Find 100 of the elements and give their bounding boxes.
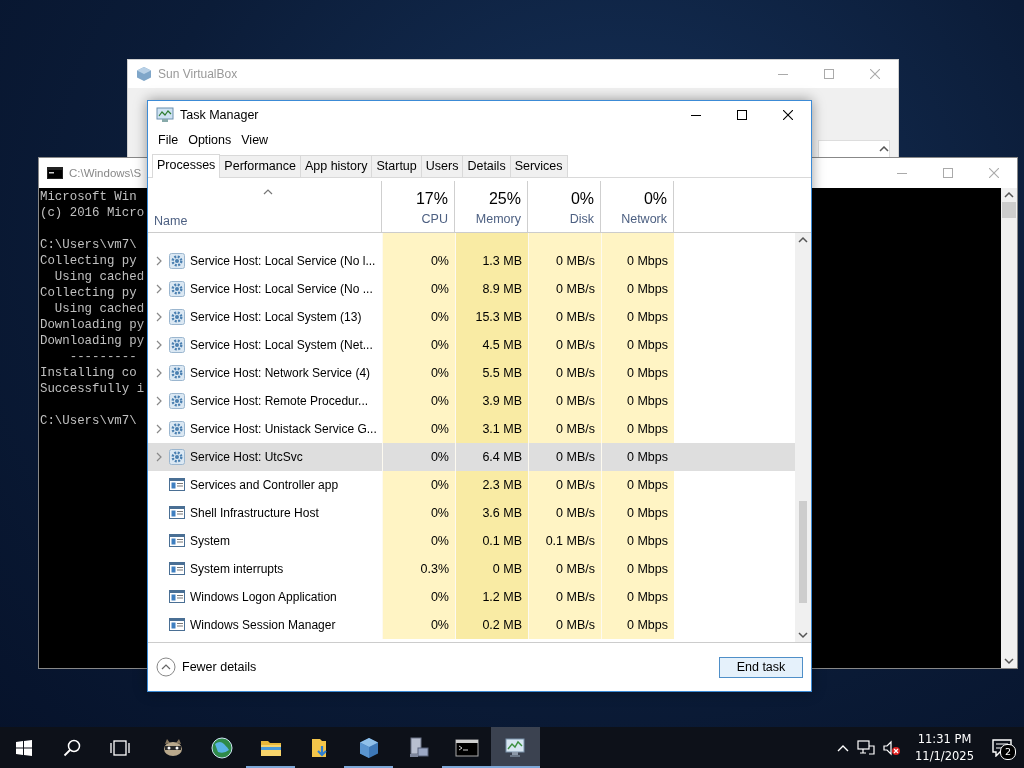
tab[interactable]: Performance: [219, 155, 301, 177]
table-cell: 3.9 MB: [455, 387, 528, 415]
table-cell: 0 Mbps: [601, 415, 674, 443]
taskbar-app[interactable]: [491, 727, 540, 768]
tab[interactable]: Processes: [152, 154, 221, 178]
window-title: Task Manager: [180, 108, 259, 122]
table-row[interactable]: Service Host: Network Service (4) 0% 5.5 MB 0 MB/s 0 Mbps: [148, 359, 795, 387]
tab[interactable]: Startup: [371, 155, 422, 177]
table-row[interactable]: Services and Controller app 0% 2.3 MB 0 MB/s 0 Mbps: [148, 471, 795, 499]
table-cell: 15.3 MB: [455, 303, 528, 331]
window-icon: [169, 505, 185, 521]
maximize-icon: [824, 69, 834, 79]
chevron-right-icon[interactable]: [154, 452, 164, 462]
table-cell: 0 Mbps: [601, 359, 674, 387]
tab[interactable]: App history: [299, 155, 373, 177]
notification-icon[interactable]: [992, 738, 1012, 757]
table-row[interactable]: Service Host: Local System (Net... 0% 4.5 MB 0 MB/s 0 Mbps: [148, 331, 795, 359]
menu-item[interactable]: File: [154, 131, 183, 149]
table-cell: 0%: [382, 331, 455, 359]
process-name: Service Host: Unistack Service G...: [190, 422, 377, 436]
clock[interactable]: 11:31 PM 11/1/2025: [909, 730, 980, 765]
table-cell: 2.3 MB: [455, 471, 528, 499]
table-cell: 0 Mbps: [601, 499, 674, 527]
table-row[interactable]: System 0% 0.1 MB 0.1 MB/s 0 Mbps: [148, 527, 795, 555]
table-row[interactable]: System interrupts 0.3% 0 MB 0 MB/s 0 Mbps: [148, 555, 795, 583]
process-name: Service Host: Network Service (4): [190, 366, 371, 380]
menu-item[interactable]: Options: [184, 131, 236, 149]
console-line: Microsoft Win: [40, 189, 137, 205]
process-name: Service Host: Local Service (No l...: [190, 254, 376, 268]
maximize-icon: [943, 168, 953, 178]
task-view-icon: [110, 739, 130, 756]
table-cell: 0 Mbps: [601, 303, 674, 331]
column-header[interactable]: Name: [154, 214, 188, 228]
table-row[interactable]: Service Host: Remote Procedur... 0% 3.9 MB 0 MB/s 0 Mbps: [148, 387, 795, 415]
console-line: Installing co: [40, 365, 137, 381]
network-icon[interactable]: [857, 739, 876, 756]
table-row[interactable]: Service Host: Unistack Service G... 0% 3.1 MB 0 MB/s 0 Mbps: [148, 415, 795, 443]
window-icon: [169, 561, 185, 577]
chevron-right-icon[interactable]: [154, 368, 164, 378]
table-cell: 0 MB/s: [528, 471, 601, 499]
process-name: Windows Session Manager: [190, 618, 336, 632]
console-line: Successfully i: [40, 381, 145, 397]
console-line: Collecting py: [40, 285, 137, 301]
window-icon: [169, 617, 185, 633]
maximize-icon: [737, 110, 747, 120]
window-title: Sun VirtualBox: [158, 67, 238, 81]
tab[interactable]: Users: [420, 155, 464, 177]
scrollbar-thumb[interactable]: [799, 501, 807, 603]
process-name: Service Host: Local Service (No ...: [190, 282, 373, 296]
console-line: (c) 2016 Micro: [40, 205, 145, 221]
process-name: Service Host: Local System (13): [190, 310, 362, 324]
table-cell: 1.2 MB: [455, 583, 528, 611]
table-cell: 0%: [382, 611, 455, 639]
fewer-details-link[interactable]: Fewer details: [182, 660, 257, 674]
close-icon: [989, 168, 999, 178]
menu-item[interactable]: View: [237, 131, 273, 149]
gear-icon: [169, 281, 185, 297]
chevron-right-icon[interactable]: [154, 312, 164, 322]
windows-logo-icon: [16, 739, 32, 756]
table-row[interactable]: Service Host: UtcSvc 0% 6.4 MB 0 MB/s 0 Mbps: [148, 443, 795, 471]
chevron-up-icon[interactable]: [837, 743, 850, 752]
table-cell: 0 MB/s: [528, 275, 601, 303]
table-row[interactable]: Windows Session Manager 0% 0.2 MB 0 MB/s 0 Mbps: [148, 611, 795, 639]
chevron-right-icon[interactable]: [154, 424, 164, 434]
column-header[interactable]: 17% CPU: [382, 181, 455, 232]
chevron-right-icon[interactable]: [154, 256, 164, 266]
table-cell: 0 MB/s: [528, 611, 601, 639]
table-cell: 3.1 MB: [455, 415, 528, 443]
column-header[interactable]: 0% Disk: [528, 181, 601, 232]
chevron-up-circle-icon[interactable]: [156, 657, 176, 677]
end-task-button[interactable]: End task: [719, 656, 803, 678]
caret-up-icon[interactable]: [879, 146, 889, 152]
notification-count: 2: [1000, 743, 1016, 760]
table-cell: 0 MB/s: [528, 247, 601, 275]
tab[interactable]: Details: [462, 155, 511, 177]
table-row[interactable]: Windows Logon Application 0% 1.2 MB 0 MB/s 0 Mbps: [148, 583, 795, 611]
chevron-right-icon[interactable]: [154, 284, 164, 294]
table-row[interactable]: Shell Infrastructure Host 0% 3.6 MB 0 MB/s 0 Mbps: [148, 499, 795, 527]
table-row[interactable]: Service Host: Local Service (No ... 0% 8.9 MB 0 MB/s 0 Mbps: [148, 275, 795, 303]
console-line: C:\Users\vm7\: [40, 237, 137, 253]
table-cell: 0 MB/s: [528, 415, 601, 443]
chevron-right-icon[interactable]: [154, 340, 164, 350]
column-header[interactable]: 0% Network: [601, 181, 674, 232]
window-icon: [169, 477, 185, 493]
chevron-right-icon[interactable]: [154, 396, 164, 406]
speaker-muted-icon[interactable]: [883, 739, 902, 756]
process-name: System interrupts: [190, 562, 284, 576]
table-cell: 1.3 MB: [455, 247, 528, 275]
tab[interactable]: Services: [509, 155, 568, 177]
minimize-icon: [897, 172, 907, 174]
process-name: Service Host: Local System (Net...: [190, 338, 373, 352]
console-icon: [47, 167, 63, 179]
column-header[interactable]: 25% Memory: [455, 181, 528, 232]
table-row[interactable]: Service Host: Local Service (No l... 0% 1.3 MB 0 MB/s 0 Mbps: [148, 247, 795, 275]
process-name: Service Host: Remote Procedur...: [190, 394, 369, 408]
table-cell: 0%: [382, 471, 455, 499]
scrollbar-thumb[interactable]: [1002, 202, 1016, 218]
table-cell: 0 Mbps: [601, 387, 674, 415]
table-row[interactable]: Service Host: Local System (13) 0% 15.3 MB 0 MB/s 0 Mbps: [148, 303, 795, 331]
table-cell: 0%: [382, 247, 455, 275]
